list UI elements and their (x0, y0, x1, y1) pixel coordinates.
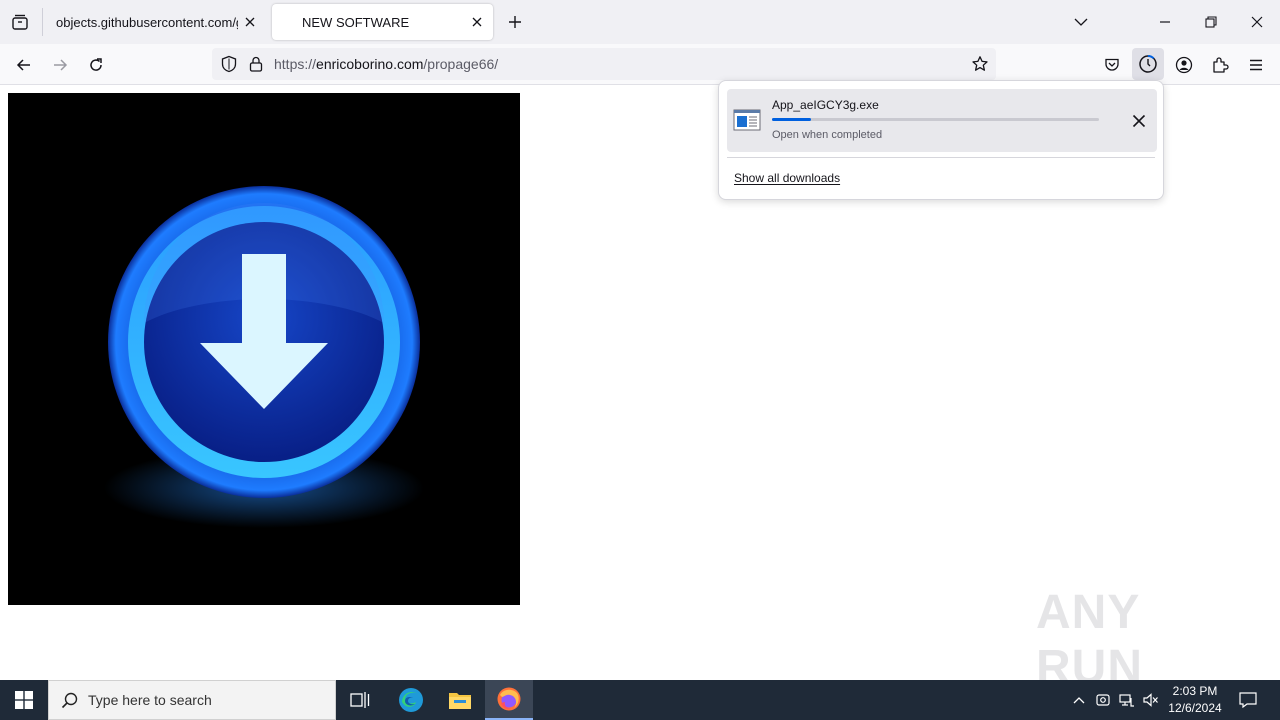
show-all-downloads-button[interactable]: Show all downloads (734, 171, 840, 185)
clock-time: 2:03 PM (1172, 684, 1218, 698)
url-path: /propage66/ (423, 56, 499, 72)
clock-date: 12/6/2024 (1168, 701, 1222, 715)
taskbar-search-box[interactable]: Type here to search (48, 680, 336, 720)
tab-objects-github[interactable]: objects.githubusercontent.com/gith (46, 4, 266, 40)
plus-icon[interactable] (504, 10, 526, 34)
download-progress-bar (772, 118, 1099, 121)
star-icon[interactable] (970, 54, 990, 74)
menu-icon[interactable] (1242, 52, 1270, 78)
taskbar: Type here to search 2:03 PM 12/6/2024 (0, 680, 1280, 720)
reload-icon[interactable] (82, 52, 110, 78)
minimize-icon[interactable] (1142, 0, 1188, 44)
url-bar[interactable]: https://enricoborino.com/propage66/ (212, 48, 996, 80)
forward-icon[interactable] (46, 52, 74, 78)
shield-icon[interactable] (220, 55, 238, 78)
watermark-text: ANY RUN (1036, 586, 1143, 694)
firefox-icon[interactable] (485, 680, 533, 720)
close-icon[interactable] (242, 14, 258, 30)
close-icon[interactable] (469, 14, 485, 30)
tab-title: objects.githubusercontent.com/gith (56, 14, 238, 30)
extensions-icon[interactable] (1206, 52, 1234, 78)
file-icon (733, 109, 761, 136)
tab-strip: objects.githubusercontent.com/gith NEW S… (0, 0, 1280, 44)
task-view-icon[interactable] (336, 680, 384, 720)
download-filename: App_aeIGCY3g.exe (772, 98, 879, 112)
download-arrow-icon (104, 186, 424, 528)
file-explorer-icon[interactable] (436, 680, 484, 720)
download-status: Open when completed (772, 129, 883, 141)
panel-separator (727, 157, 1155, 158)
downloads-icon[interactable] (1132, 48, 1164, 80)
tab-separator (42, 8, 43, 36)
download-progress-fill (772, 118, 812, 121)
search-placeholder: Type here to search (88, 692, 212, 708)
chevron-down-icon[interactable] (1058, 0, 1104, 44)
volume-muted-icon[interactable] (1140, 680, 1162, 720)
url-domain: enricoborino.com (316, 56, 424, 72)
lock-icon[interactable] (248, 55, 264, 78)
url-text[interactable]: https://enricoborino.com/propage66/ (274, 56, 498, 72)
watermark-logo: ANY RUN (1036, 586, 1236, 694)
tab-new-software[interactable]: NEW SOFTWARE (272, 4, 493, 40)
tab-title: NEW SOFTWARE (302, 14, 410, 30)
account-icon[interactable] (1170, 52, 1198, 78)
pocket-icon[interactable] (1098, 52, 1126, 78)
download-hero-image[interactable] (8, 93, 520, 605)
downloads-panel: App_aeIGCY3g.exe Open when completed Sho… (718, 80, 1164, 200)
taskbar-clock[interactable]: 2:03 PM 12/6/2024 (1162, 683, 1228, 717)
chevron-up-icon[interactable] (1068, 680, 1090, 720)
download-item[interactable]: App_aeIGCY3g.exe Open when completed (727, 89, 1157, 152)
tab-list-icon[interactable] (8, 10, 32, 34)
back-icon[interactable] (10, 52, 38, 78)
restore-icon[interactable] (1188, 0, 1234, 44)
network-icon[interactable] (1116, 680, 1138, 720)
close-window-icon[interactable] (1234, 0, 1280, 44)
url-scheme: https:// (274, 56, 317, 72)
search-icon (61, 692, 79, 715)
notification-icon[interactable] (1236, 680, 1260, 720)
cancel-download-icon[interactable] (1127, 109, 1151, 133)
navigation-toolbar: https://enricoborino.com/propage66/ (0, 44, 1280, 85)
windows-logo-icon[interactable] (0, 680, 48, 720)
edge-icon[interactable] (387, 680, 435, 720)
meet-icon[interactable] (1092, 680, 1114, 720)
